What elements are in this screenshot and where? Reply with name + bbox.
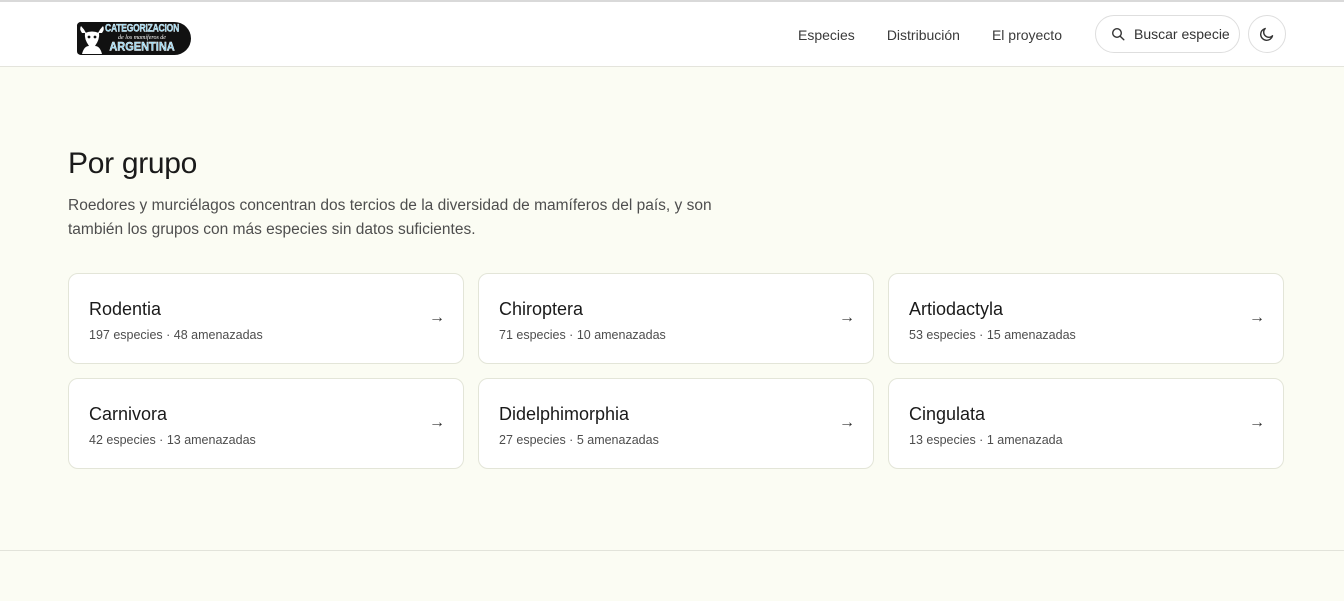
search-button-label: Buscar especie: [1134, 26, 1230, 42]
deer-logo-icon: [77, 22, 107, 55]
main-nav: Especies Distribución El proyecto: [798, 2, 1062, 67]
section-title: Por grupo: [68, 147, 198, 180]
moon-icon: [1259, 26, 1275, 42]
search-button[interactable]: Buscar especie: [1095, 15, 1240, 53]
nav-especies[interactable]: Especies: [798, 27, 855, 43]
logo-text: CATEGORIZACION de los mamíferos de ARGEN…: [105, 22, 180, 54]
group-name: Rodentia: [89, 299, 162, 319]
group-grid: Rodentia 197 especies · 48 amenazadas → …: [68, 273, 1284, 469]
group-summary: 53 especies · 15 amenazadas: [909, 328, 1076, 342]
group-card-chiroptera[interactable]: Chiroptera 71 especies · 10 amenazadas →: [478, 273, 874, 364]
group-summary: 13 especies · 1 amenazada: [909, 433, 1063, 447]
group-card-carnivora[interactable]: Carnivora 42 especies · 13 amenazadas →: [68, 378, 464, 469]
nav-el-proyecto[interactable]: El proyecto: [992, 27, 1062, 43]
nav-distribucion[interactable]: Distribución: [887, 27, 960, 43]
section-description: Roedores y murciélagos concentran dos te…: [68, 197, 712, 238]
arrow-right-icon: →: [429, 414, 445, 431]
arrow-right-icon: →: [1249, 309, 1265, 326]
logo-line-1: CATEGORIZACION: [105, 22, 180, 35]
group-card-rodentia[interactable]: Rodentia 197 especies · 48 amenazadas →: [68, 273, 464, 364]
group-name: Carnivora: [89, 404, 168, 424]
group-card-artiodactyla[interactable]: Artiodactyla 53 especies · 15 amenazadas…: [888, 273, 1284, 364]
group-name: Chiroptera: [499, 299, 584, 319]
group-card-didelphimorphia[interactable]: Didelphimorphia 27 especies · 5 amenazad…: [478, 378, 874, 469]
group-summary: 71 especies · 10 amenazadas: [499, 328, 666, 342]
group-summary: 27 especies · 5 amenazadas: [499, 433, 659, 447]
group-summary: 42 especies · 13 amenazadas: [89, 433, 256, 447]
group-name: Didelphimorphia: [499, 404, 630, 424]
group-name: Cingulata: [909, 404, 986, 424]
arrow-right-icon: →: [1249, 414, 1265, 431]
group-name: Artiodactyla: [909, 299, 1004, 319]
group-summary: 197 especies · 48 amenazadas: [89, 328, 263, 342]
footer-divider: [0, 550, 1344, 551]
site-logo[interactable]: CATEGORIZACION de los mamíferos de ARGEN…: [77, 22, 191, 55]
theme-toggle-button[interactable]: [1248, 15, 1286, 53]
logo-line-3: ARGENTINA: [109, 40, 175, 54]
group-card-cingulata[interactable]: Cingulata 13 especies · 1 amenazada →: [888, 378, 1284, 469]
site-header: CATEGORIZACION de los mamíferos de ARGEN…: [0, 2, 1344, 67]
search-icon: [1111, 27, 1125, 41]
arrow-right-icon: →: [839, 309, 855, 326]
arrow-right-icon: →: [839, 414, 855, 431]
arrow-right-icon: →: [429, 309, 445, 326]
